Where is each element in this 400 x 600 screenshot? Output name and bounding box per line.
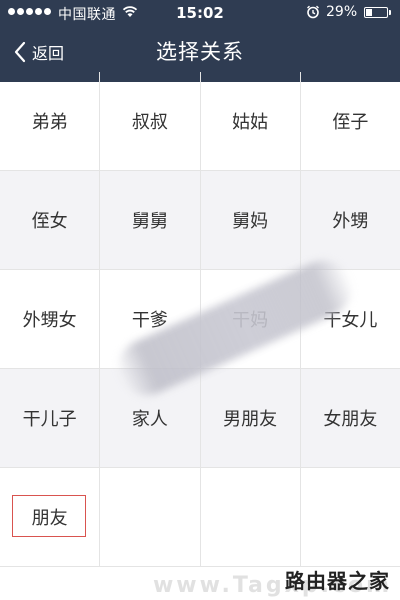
relation-option[interactable]: 姑姑 bbox=[201, 72, 301, 170]
back-chevron-icon bbox=[14, 41, 26, 63]
battery-fill bbox=[366, 9, 372, 16]
relation-option[interactable]: 侄子 bbox=[301, 72, 400, 170]
relation-label: 姑姑 bbox=[232, 112, 269, 133]
relation-label: 干妈 bbox=[232, 310, 269, 331]
relation-label: 叔叔 bbox=[131, 112, 168, 133]
relation-label: 干女儿 bbox=[323, 310, 378, 331]
watermark-text: 路由器之家 bbox=[285, 569, 390, 593]
empty-cell bbox=[301, 468, 400, 566]
relation-label: 女朋友 bbox=[323, 409, 378, 430]
relation-label: 外甥女 bbox=[22, 310, 77, 331]
relation-label: 男朋友 bbox=[223, 409, 278, 430]
relation-option[interactable]: 女朋友 bbox=[301, 369, 400, 467]
grid-row: 弟弟 叔叔 姑姑 侄子 bbox=[0, 72, 400, 171]
relation-option[interactable]: 舅舅 bbox=[100, 171, 201, 269]
battery-icon bbox=[364, 7, 391, 18]
relation-option[interactable]: 侄女 bbox=[0, 171, 101, 269]
relation-label: 弟弟 bbox=[31, 112, 68, 133]
relation-label: 舅舅 bbox=[131, 211, 168, 232]
battery-percent: 29% bbox=[326, 4, 358, 20]
relation-option[interactable]: 家人 bbox=[100, 369, 201, 467]
empty-cell bbox=[201, 468, 301, 566]
grid-row: 干儿子 家人 男朋友 女朋友 bbox=[0, 369, 400, 468]
relation-label: 侄女 bbox=[31, 211, 68, 232]
header: 中国联通 15:02 29% 选择关系 返回 bbox=[0, 0, 400, 82]
grid-row: 侄女 舅舅 舅妈 外甥 bbox=[0, 171, 400, 270]
alarm-icon bbox=[307, 5, 319, 19]
relation-label: 家人 bbox=[131, 409, 168, 430]
relation-option-selected[interactable]: 朋友 bbox=[0, 468, 101, 566]
relation-option[interactable]: 叔叔 bbox=[100, 72, 201, 170]
relation-label: 侄子 bbox=[332, 112, 369, 133]
relation-option[interactable]: 弟弟 bbox=[0, 72, 101, 170]
relation-label: 朋友 bbox=[31, 508, 68, 529]
empty-cell bbox=[100, 468, 201, 566]
relation-label: 舅妈 bbox=[232, 211, 269, 232]
relation-option[interactable]: 干爹 bbox=[100, 270, 201, 368]
relation-option[interactable]: 外甥 bbox=[301, 171, 400, 269]
screen: 中国联通 15:02 29% 选择关系 返回 弟弟 叔叔 姑姑 侄子 侄女 舅舅… bbox=[0, 0, 400, 600]
status-bar: 中国联通 15:02 29% bbox=[0, 0, 400, 26]
grid-row: 外甥女 干爹 干妈 干女儿 bbox=[0, 270, 400, 369]
relation-label: 干爹 bbox=[131, 310, 168, 331]
relation-label: 外甥 bbox=[332, 211, 369, 232]
relation-option[interactable]: 干女儿 bbox=[301, 270, 400, 368]
relation-option[interactable]: 干妈 bbox=[201, 270, 301, 368]
relation-option[interactable]: 舅妈 bbox=[201, 171, 301, 269]
back-label: 返回 bbox=[32, 44, 65, 63]
back-button[interactable]: 返回 bbox=[12, 34, 64, 70]
relation-option[interactable]: 男朋友 bbox=[201, 369, 301, 467]
relation-option[interactable]: 外甥女 bbox=[0, 270, 101, 368]
relation-option[interactable]: 干儿子 bbox=[0, 369, 101, 467]
relation-grid: 弟弟 叔叔 姑姑 侄子侄女 舅舅 舅妈 外甥外甥女 干爹 干妈 干女儿干儿子 家人 男朋友 女朋友朋友 bbox=[0, 72, 400, 600]
bottom-strip: www.Tagxp.com 路由器之家 bbox=[0, 568, 400, 600]
grid-row: 朋友 bbox=[0, 468, 400, 567]
relation-label: 干儿子 bbox=[22, 409, 77, 430]
